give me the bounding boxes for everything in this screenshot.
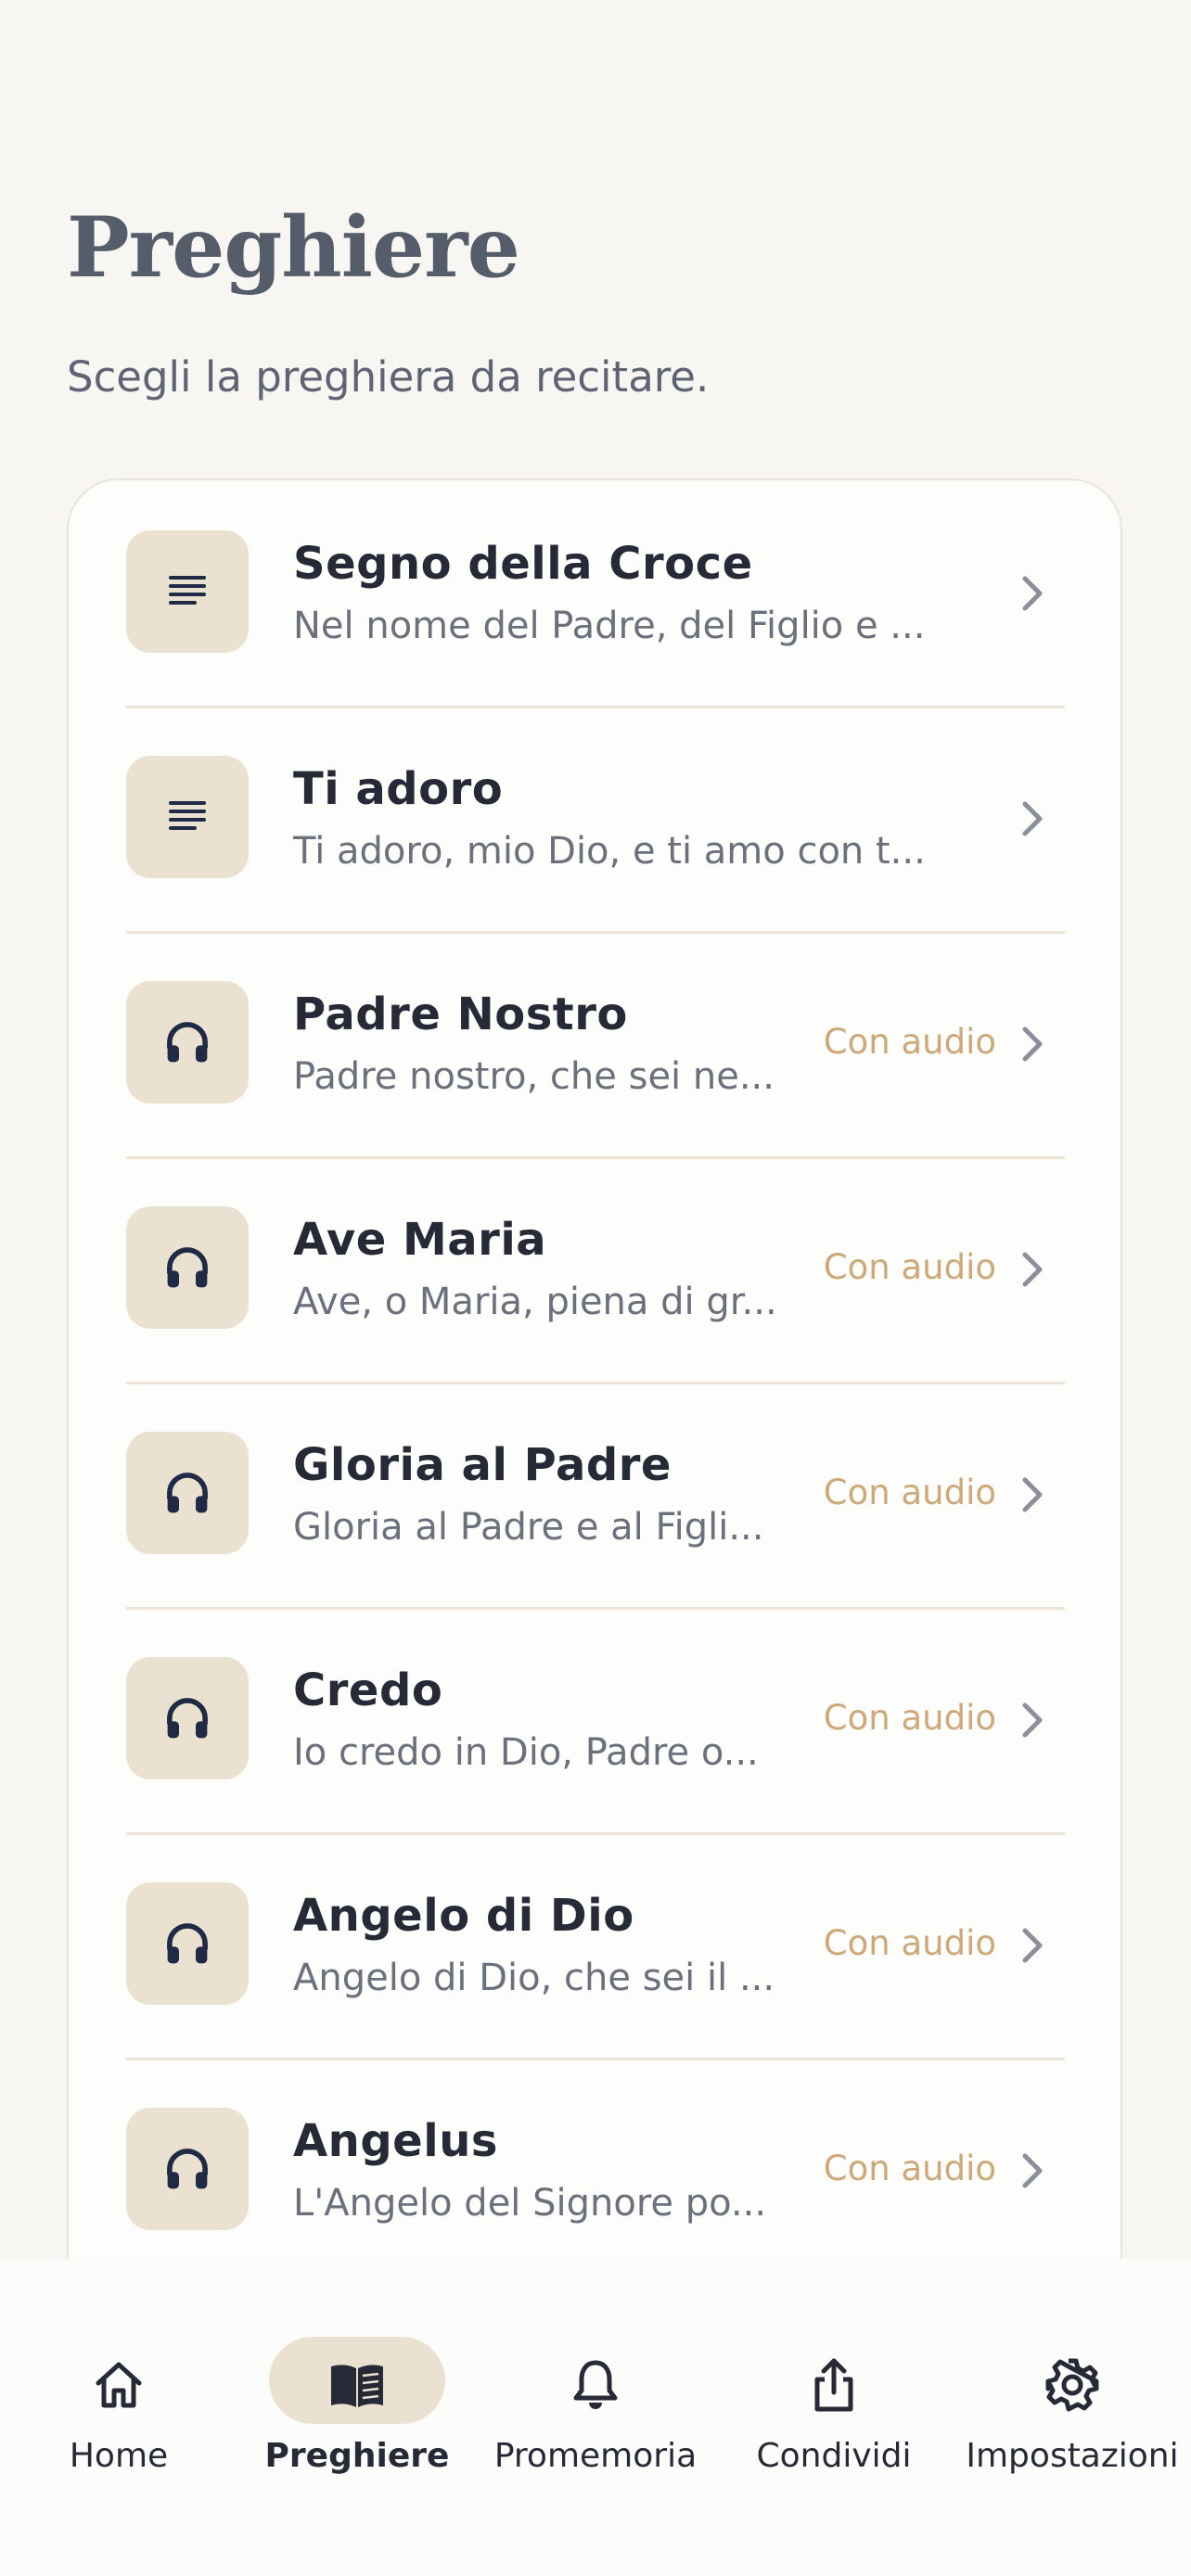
tab-label: Promemoria — [493, 2437, 698, 2475]
gear-icon — [1043, 2355, 1102, 2415]
chevron-right-icon — [1018, 1474, 1046, 1515]
prayer-row[interactable]: Gloria al Padre Gloria al Padre e al Figl… — [69, 1382, 1121, 1607]
headphones-icon — [126, 1657, 249, 1779]
prayer-preview: Ave, o Maria, piena di gr... — [293, 1281, 777, 1323]
headphones-icon — [126, 981, 249, 1103]
chevron-right-icon — [1018, 2150, 1046, 2191]
tab-impostazioni[interactable]: Impostazioni — [966, 2298, 1179, 2475]
headphones-icon — [126, 1206, 249, 1329]
prayer-row[interactable]: Padre Nostro Padre nostro, che sei ne... C… — [69, 931, 1121, 1156]
prayer-title: Ti adoro — [293, 763, 504, 815]
prayer-preview: Ti adoro, mio Dio, e ti amo con t... — [293, 830, 926, 873]
tab-label: Preghiere — [264, 2437, 450, 2475]
tab-label: Home — [69, 2437, 169, 2475]
prayer-row[interactable]: Ave Maria Ave, o Maria, piena di gr... Con… — [69, 1156, 1121, 1382]
prayer-preview: Nel nome del Padre, del Figlio e ... — [293, 605, 926, 647]
tab-bar: Home Preghiere Promemoria Condividi Impostaz… — [0, 2259, 1191, 2576]
audio-badge: Con audio — [823, 2149, 996, 2188]
prayer-row[interactable]: Segno della Croce Nel nome del Padre, del… — [69, 480, 1121, 706]
text-lines-icon — [126, 530, 249, 653]
headphones-icon — [126, 1432, 249, 1554]
prayer-title: Padre Nostro — [293, 988, 628, 1040]
tab-label: Impostazioni — [966, 2437, 1179, 2475]
audio-badge: Con audio — [823, 1473, 996, 1512]
prayer-title: Angelo di Dio — [293, 1890, 634, 1942]
prayer-list: Segno della Croce Nel nome del Padre, del… — [69, 480, 1121, 2283]
headphones-icon — [126, 2108, 249, 2230]
page-title: Preghiere — [67, 198, 520, 297]
tab-label: Condividi — [756, 2437, 912, 2475]
tab-condividi[interactable]: Condividi — [727, 2298, 941, 2475]
prayer-title: Segno della Croce — [293, 538, 753, 590]
audio-badge: Con audio — [823, 1923, 996, 1963]
text-lines-icon — [126, 756, 249, 878]
prayer-preview: Gloria al Padre e al Figli... — [293, 1506, 764, 1549]
prayer-title: Gloria al Padre — [293, 1439, 672, 1491]
prayer-row[interactable]: Ti adoro Ti adoro, mio Dio, e ti amo con … — [69, 706, 1121, 931]
prayer-row[interactable]: Angelo di Dio Angelo di Dio, che sei il .… — [69, 1832, 1121, 2058]
page-subtitle: Scegli la preghiera da recitare. — [67, 352, 710, 402]
chevron-right-icon — [1018, 798, 1046, 839]
chevron-right-icon — [1018, 1925, 1046, 1966]
prayer-title: Ave Maria — [293, 1214, 547, 1266]
prayer-title: Credo — [293, 1664, 443, 1716]
prayer-preview: L'Angelo del Signore po... — [293, 2182, 767, 2225]
prayer-row[interactable]: Credo Io credo in Dio, Padre o... Con audi… — [69, 1607, 1121, 1832]
chevron-right-icon — [1018, 573, 1046, 614]
headphones-icon — [126, 1882, 249, 2005]
bell-icon — [566, 2355, 625, 2415]
tab-preghiere[interactable]: Preghiere — [250, 2298, 464, 2475]
tab-promemoria[interactable]: Promemoria — [489, 2298, 702, 2475]
prayer-preview: Angelo di Dio, che sei il ... — [293, 1957, 775, 1999]
audio-badge: Con audio — [823, 1247, 996, 1287]
prayer-list-card: Segno della Croce Nel nome del Padre, del… — [67, 478, 1122, 2315]
home-icon — [89, 2355, 148, 2415]
audio-badge: Con audio — [823, 1022, 996, 1062]
chevron-right-icon — [1018, 1024, 1046, 1065]
audio-badge: Con audio — [823, 1698, 996, 1738]
chevron-right-icon — [1018, 1700, 1046, 1741]
prayer-preview: Padre nostro, che sei ne... — [293, 1055, 775, 1098]
prayer-row[interactable]: Angelus L'Angelo del Signore po... Con aud… — [69, 2058, 1121, 2283]
prayer-preview: Io credo in Dio, Padre o... — [293, 1731, 759, 1774]
share-icon — [804, 2355, 864, 2415]
chevron-right-icon — [1018, 1249, 1046, 1290]
prayer-title: Angelus — [293, 2115, 498, 2167]
tab-home[interactable]: Home — [12, 2298, 225, 2475]
book-icon — [327, 2355, 387, 2415]
